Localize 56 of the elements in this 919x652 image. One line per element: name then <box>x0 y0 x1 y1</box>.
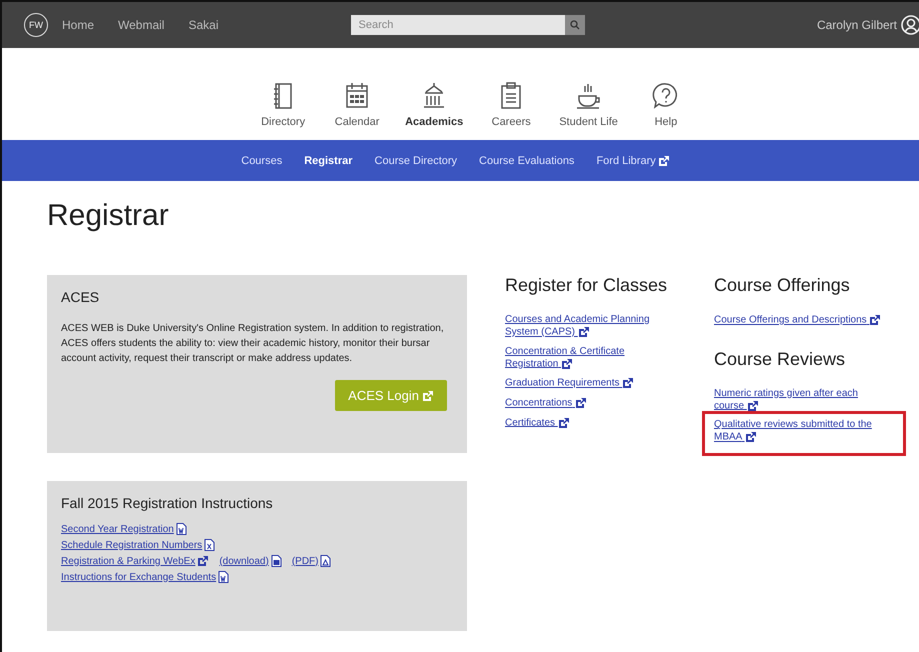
nav-item[interactable]: Calendar <box>331 80 384 128</box>
link[interactable]: Registration & Parking WebEx <box>61 556 196 566</box>
document-icon <box>218 571 230 583</box>
search-icon <box>570 20 580 30</box>
external-link-icon <box>422 390 434 402</box>
link[interactable]: Second Year Registration <box>61 524 174 534</box>
sub-nav-link[interactable]: Registrar <box>304 154 353 166</box>
external-link-icon <box>561 358 574 370</box>
spreadsheet-icon <box>204 539 216 551</box>
link[interactable]: (PDF) <box>292 556 318 566</box>
link[interactable]: Graduation Requirements <box>505 377 680 390</box>
link[interactable]: Course Offerings and Descriptions <box>714 314 890 327</box>
document-icon <box>176 523 187 535</box>
nav-item[interactable]: Directory <box>257 80 310 128</box>
link[interactable]: Certificates <box>505 416 680 430</box>
sub-nav-link[interactable]: Course Directory <box>374 154 458 166</box>
external-link-icon <box>622 377 634 390</box>
sub-nav-link[interactable]: Course Evaluations <box>479 154 574 166</box>
user-icon[interactable] <box>901 15 919 35</box>
external-link-icon <box>658 154 670 166</box>
card-text: ACES WEB is Duke University's Online Registration system. In addition to registration, ACES offers students the ability to: view their academic history, monitor their bursar account activity, request their transcript or make address updates. <box>61 322 445 366</box>
nav-item[interactable]: Student Life <box>559 80 618 128</box>
card-title: Fall 2015 Registration Instructions <box>61 495 274 511</box>
nav-item[interactable]: Help <box>640 80 692 128</box>
section-title: Course Reviews <box>714 348 846 370</box>
page-title: Registrar <box>47 199 170 233</box>
link[interactable]: Concentration & Certificate Registration <box>505 346 680 370</box>
link[interactable]: Instructions for Exchange Students <box>61 572 216 582</box>
nav-item[interactable]: Careers <box>485 80 538 128</box>
file-icon <box>270 555 282 567</box>
link[interactable]: Qualitative reviews submitted to the MBAA <box>714 419 890 444</box>
logo[interactable]: FW <box>24 13 48 37</box>
sub-nav-link[interactable]: Courses <box>241 154 282 166</box>
link[interactable]: Schedule Registration Numbers <box>61 540 202 550</box>
search-button[interactable] <box>564 15 585 35</box>
external-link-icon <box>197 555 210 567</box>
sub-nav-link[interactable]: Ford Library <box>596 154 670 166</box>
external-link-icon <box>869 314 882 326</box>
external-link-icon <box>558 416 570 429</box>
external-link-icon <box>575 396 588 409</box>
section-title: Register for Classes <box>505 275 668 296</box>
external-link-icon <box>746 400 759 412</box>
top-link[interactable]: Webmail <box>118 18 164 32</box>
pdf-icon <box>320 555 332 567</box>
link[interactable]: (download) <box>219 556 269 566</box>
section-title: Course Offerings <box>714 275 851 296</box>
external-link-icon <box>744 431 757 444</box>
link[interactable]: Courses and Academic Planning System (CAPS) <box>505 314 680 339</box>
link[interactable]: Concentrations <box>505 396 680 410</box>
user-name[interactable]: Carolyn Gilbert <box>816 18 897 32</box>
external-link-icon <box>578 326 590 338</box>
top-link[interactable]: Home <box>62 18 94 32</box>
card-title: ACES <box>61 289 100 305</box>
link[interactable]: Numeric ratings given after each course <box>714 388 890 412</box>
search-field[interactable]: Search <box>350 15 565 35</box>
top-link[interactable]: Sakai <box>188 18 219 32</box>
